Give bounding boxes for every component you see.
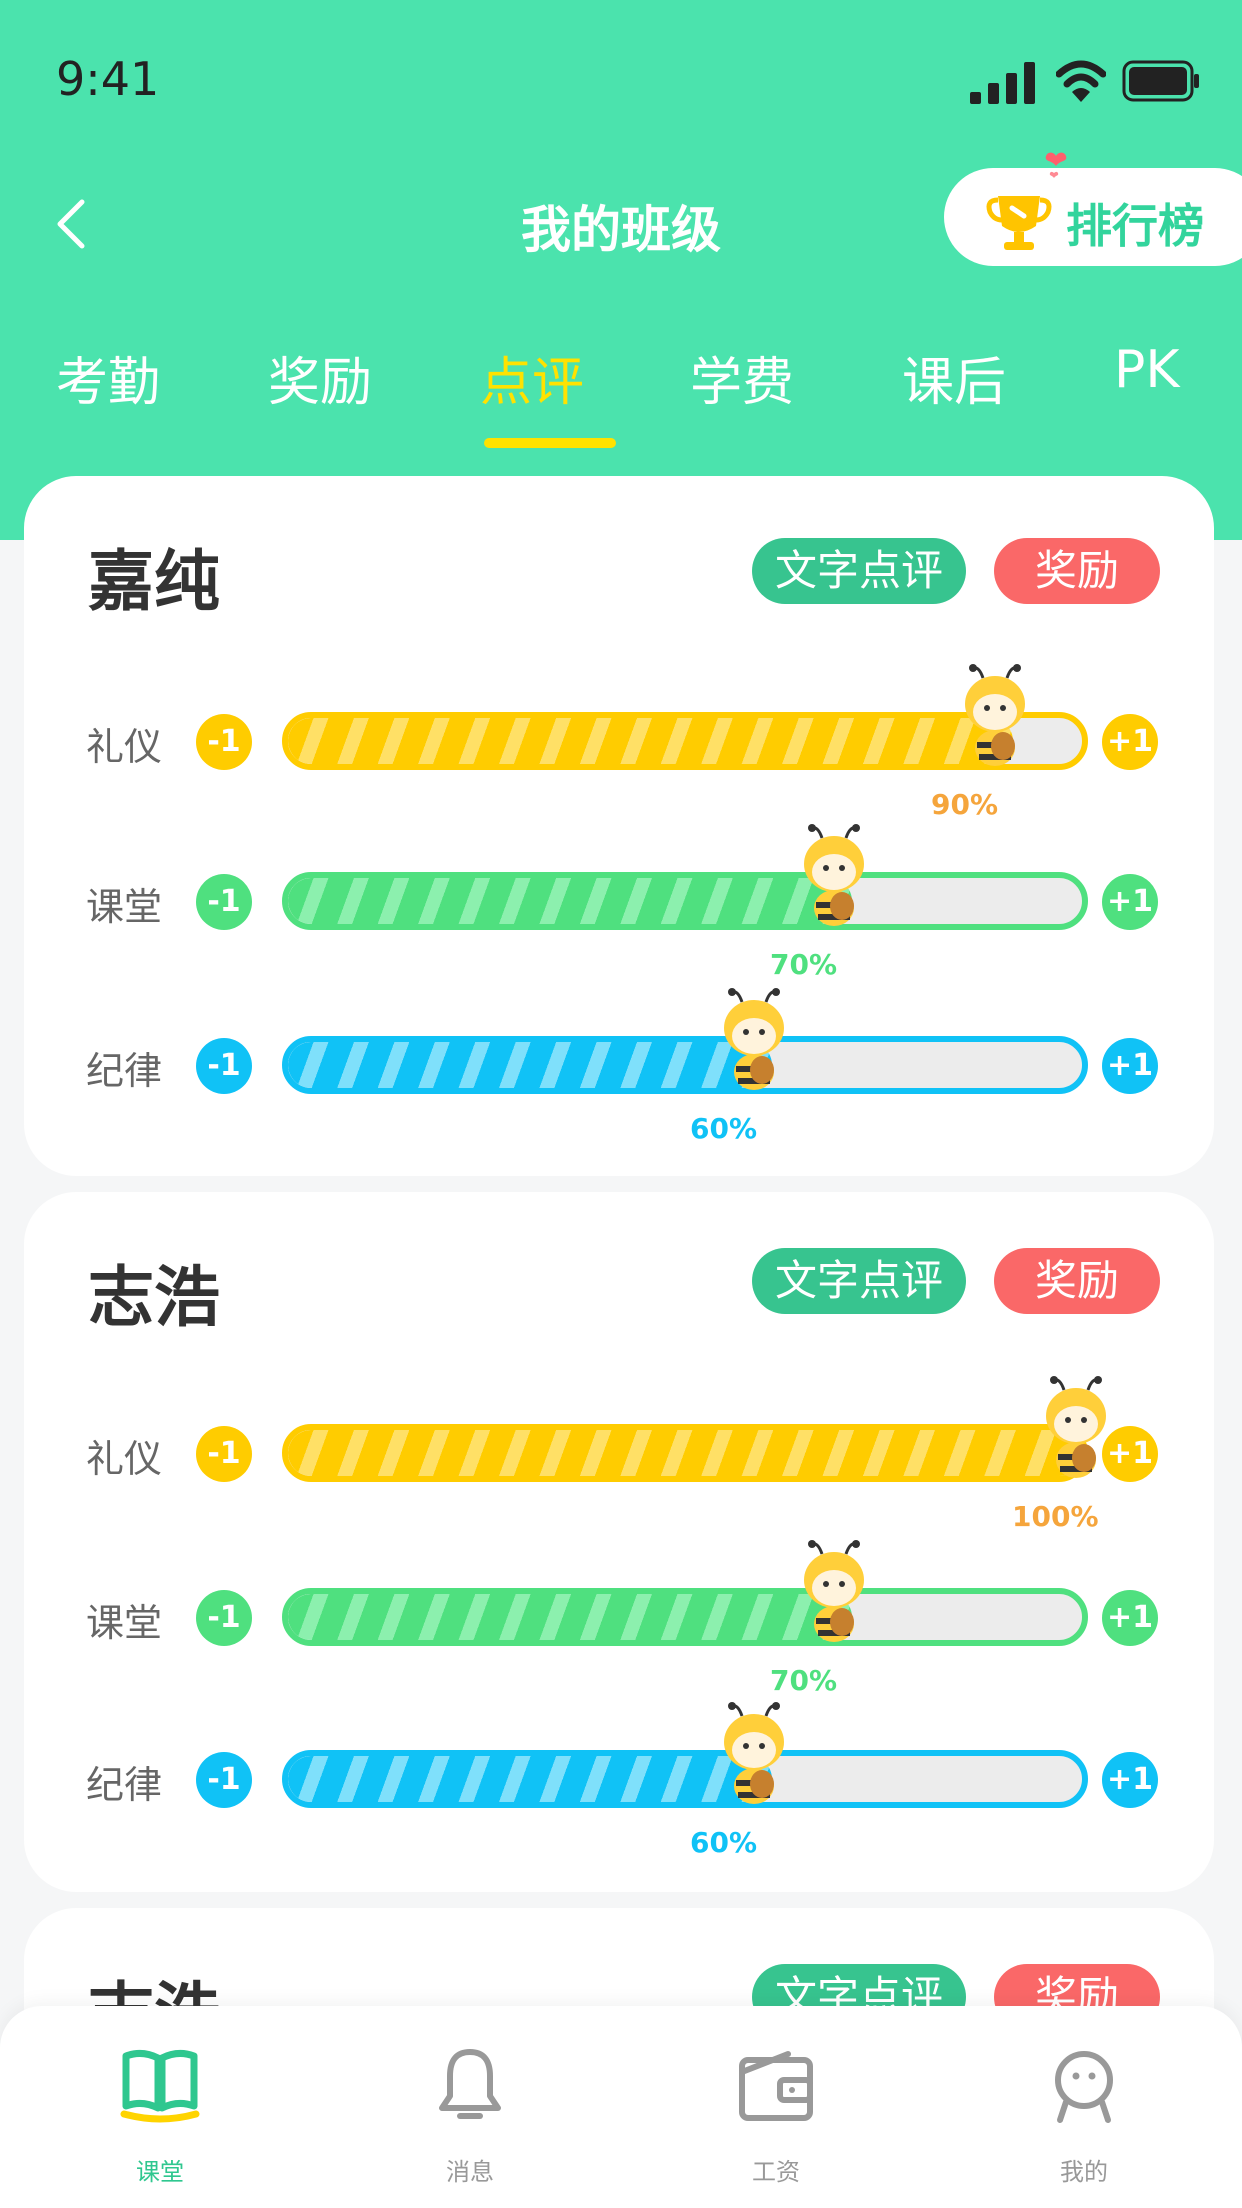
- trophy-icon: [986, 196, 1052, 250]
- tabbar-item-salary[interactable]: 工资: [696, 2046, 856, 2187]
- plus-button[interactable]: +1: [1102, 874, 1158, 930]
- heart-icon: [1045, 152, 1067, 178]
- metric-label: 纪律: [86, 1763, 163, 1807]
- minus-button[interactable]: -1: [196, 1590, 252, 1646]
- reward-button[interactable]: 奖励: [994, 538, 1160, 604]
- progress-bar: [282, 1750, 1088, 1808]
- minus-button[interactable]: -1: [196, 874, 252, 930]
- metric-discipline: 纪律 -1 +1 60%: [24, 988, 1214, 1148]
- tab-tuition[interactable]: 学费: [690, 340, 794, 415]
- active-tab-indicator: [484, 438, 616, 448]
- tab-pk[interactable]: PK: [1114, 340, 1179, 400]
- student-name: 志浩: [88, 1259, 220, 1336]
- plus-button[interactable]: +1: [1102, 714, 1158, 770]
- tab-rewards[interactable]: 奖励: [268, 340, 372, 415]
- metric-etiquette: 礼仪 -1 +1 100%: [24, 1376, 1214, 1536]
- progress-bar: [282, 1424, 1088, 1482]
- tabbar-label: 消息: [446, 2158, 494, 2186]
- bee-mascot-icon: [804, 1540, 864, 1642]
- minus-button[interactable]: -1: [196, 714, 252, 770]
- plus-button[interactable]: +1: [1102, 1752, 1158, 1808]
- percent-label: 60%: [690, 1112, 758, 1145]
- ranking-label: 排行榜: [1066, 199, 1204, 253]
- student-card: 志浩 文字点评 奖励 礼仪 -1 +1 100% 课堂 -1 +1 70% 纪律…: [24, 1192, 1214, 1892]
- tabbar-label: 工资: [752, 2158, 800, 2186]
- progress-fill: [288, 1756, 772, 1802]
- tab-after-class[interactable]: 课后: [902, 340, 1006, 415]
- metric-label: 纪律: [86, 1049, 163, 1093]
- tabbar-label: 我的: [1060, 2158, 1108, 2186]
- tabbar-label: 课堂: [136, 2158, 184, 2186]
- status-bar: 9:41: [0, 0, 1242, 160]
- progress-bar: [282, 1036, 1088, 1094]
- tabbar-item-mine[interactable]: 我的: [1004, 2046, 1164, 2187]
- percent-label: 70%: [770, 948, 838, 981]
- progress-fill: [288, 1594, 852, 1640]
- minus-button[interactable]: -1: [196, 1038, 252, 1094]
- metric-label: 礼仪: [86, 1437, 163, 1481]
- percent-label: 90%: [931, 788, 999, 821]
- progress-fill: [288, 1430, 1082, 1476]
- reward-button[interactable]: 奖励: [994, 1248, 1160, 1314]
- text-comment-button[interactable]: 文字点评: [752, 1248, 966, 1314]
- metric-label: 课堂: [86, 885, 163, 929]
- progress-bar: [282, 1588, 1088, 1646]
- percent-label: 100%: [1012, 1500, 1099, 1533]
- tab-attendance[interactable]: 考勤: [56, 340, 160, 415]
- bee-mascot-icon: [804, 824, 864, 926]
- metric-classroom: 课堂 -1 +1 70%: [24, 824, 1214, 984]
- wifi-icon: [1056, 60, 1106, 102]
- bee-mascot-icon: [724, 1702, 784, 1804]
- plus-button[interactable]: +1: [1102, 1590, 1158, 1646]
- tabbar-item-classroom[interactable]: 课堂: [80, 2046, 240, 2187]
- wallet-icon: [739, 2051, 813, 2121]
- battery-icon: [1122, 60, 1199, 102]
- progress-fill: [288, 718, 1013, 764]
- minus-button[interactable]: -1: [196, 1752, 252, 1808]
- status-time: 9:41: [56, 52, 160, 106]
- metric-discipline: 纪律 -1 +1 60%: [24, 1702, 1214, 1862]
- bottom-tab-bar: 课堂 消息 工资 我的: [0, 2006, 1242, 2208]
- plus-button[interactable]: +1: [1102, 1038, 1158, 1094]
- metric-label: 课堂: [86, 1601, 163, 1645]
- percent-label: 70%: [770, 1664, 838, 1697]
- bee-mascot-icon: [1046, 1376, 1106, 1478]
- ranking-button[interactable]: 排行榜: [944, 152, 1242, 266]
- percent-label: 60%: [690, 1826, 758, 1859]
- tabbar-item-messages[interactable]: 消息: [390, 2046, 550, 2187]
- progress-fill: [288, 878, 852, 924]
- tab-review[interactable]: 点评: [480, 340, 584, 415]
- metric-classroom: 课堂 -1 +1 70%: [24, 1540, 1214, 1700]
- bell-icon: [439, 2049, 501, 2119]
- progress-fill: [288, 1042, 772, 1088]
- category-tabs: 考勤 奖励 点评 学费 课后 PK: [0, 340, 1242, 450]
- book-icon: [120, 2049, 200, 2123]
- student-card: 嘉纯 文字点评 奖励 礼仪 -1 +1 90% 课堂 -1 +1 70% 纪律 …: [24, 476, 1214, 1176]
- metric-etiquette: 礼仪 -1 +1 90%: [24, 664, 1214, 824]
- minus-button[interactable]: -1: [196, 1426, 252, 1482]
- bee-mascot-icon: [965, 664, 1025, 766]
- profile-icon: [1055, 2051, 1113, 2123]
- progress-bar: [282, 872, 1088, 930]
- text-comment-button[interactable]: 文字点评: [752, 538, 966, 604]
- cellular-signal-icon: [970, 62, 1035, 104]
- student-name: 嘉纯: [88, 543, 220, 620]
- header: 9:41 我的班级 排行榜 考勤 奖励 点评 学费 课后 PK: [0, 0, 1242, 540]
- bee-mascot-icon: [724, 988, 784, 1090]
- metric-label: 礼仪: [86, 725, 163, 769]
